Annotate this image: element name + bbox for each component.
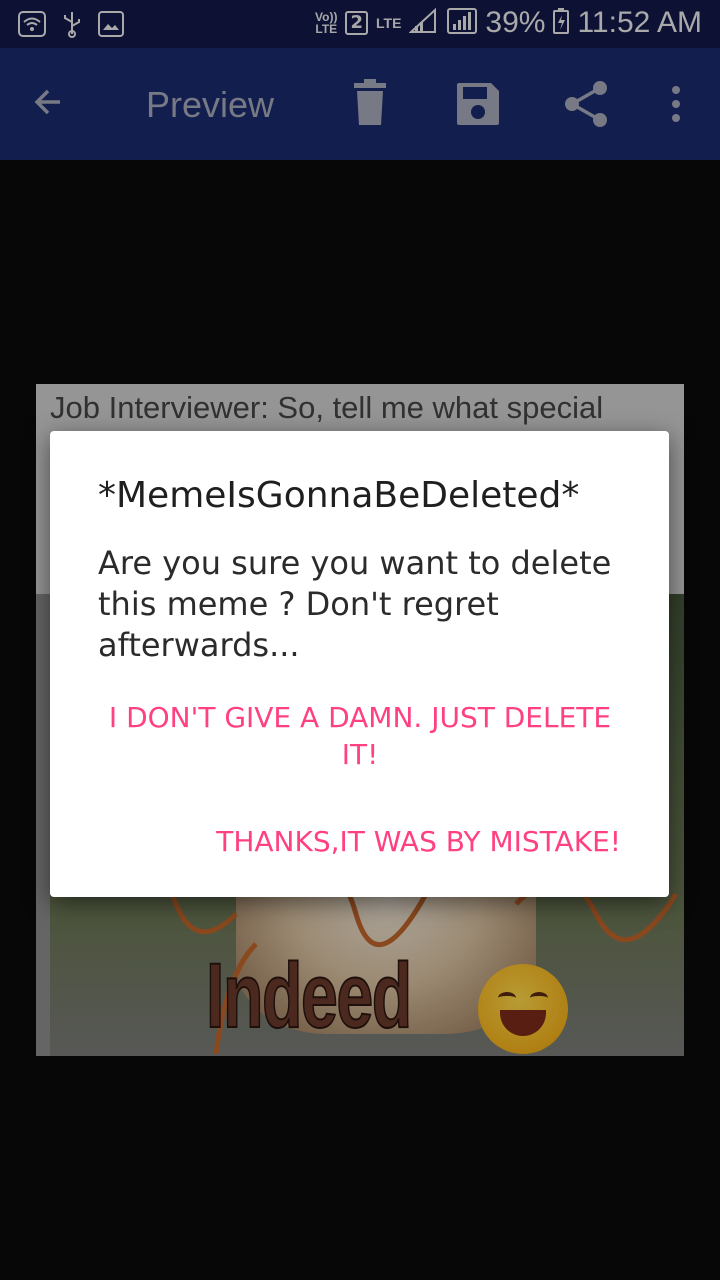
confirm-delete-button[interactable]: I DON'T GIVE A DAMN. JUST DELETE IT! [90, 699, 630, 773]
dialog-title: *MemeIsGonnaBeDeleted* [98, 475, 580, 516]
delete-confirm-dialog: *MemeIsGonnaBeDeleted* Are you sure you … [50, 431, 669, 897]
dialog-message: Are you sure you want to delete this mem… [98, 544, 612, 664]
cancel-button[interactable]: THANKS,IT WAS BY MISTAKE! [216, 823, 621, 860]
